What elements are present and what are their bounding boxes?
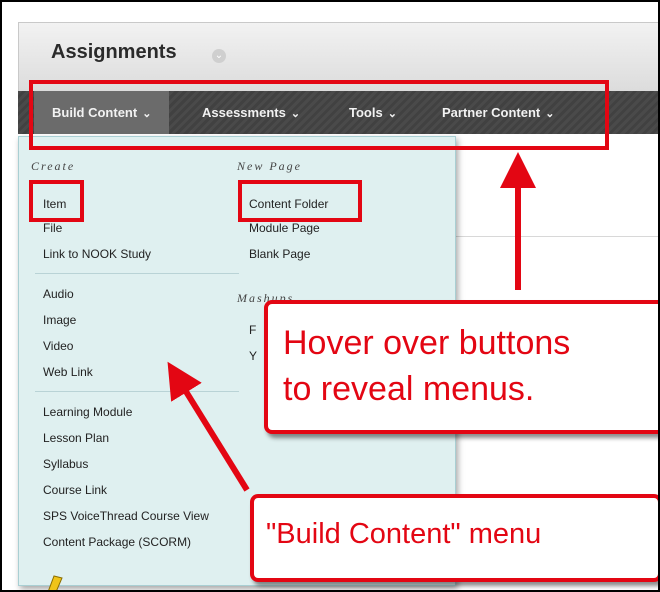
pencil-icon — [48, 575, 63, 590]
hover-callout-line2: to reveal menus. — [283, 370, 535, 408]
hover-callout: Hover over buttons to reveal menus. — [264, 300, 658, 434]
diagonal-arrow — [167, 361, 250, 492]
menu-callout: "Build Content" menu — [250, 494, 658, 582]
screenshot-frame: Assignments ⌄ Build Content ⌄ Assessments… — [0, 0, 660, 592]
menu-callout-text: "Build Content" menu — [266, 518, 542, 550]
hover-callout-line1: Hover over buttons — [283, 324, 571, 362]
